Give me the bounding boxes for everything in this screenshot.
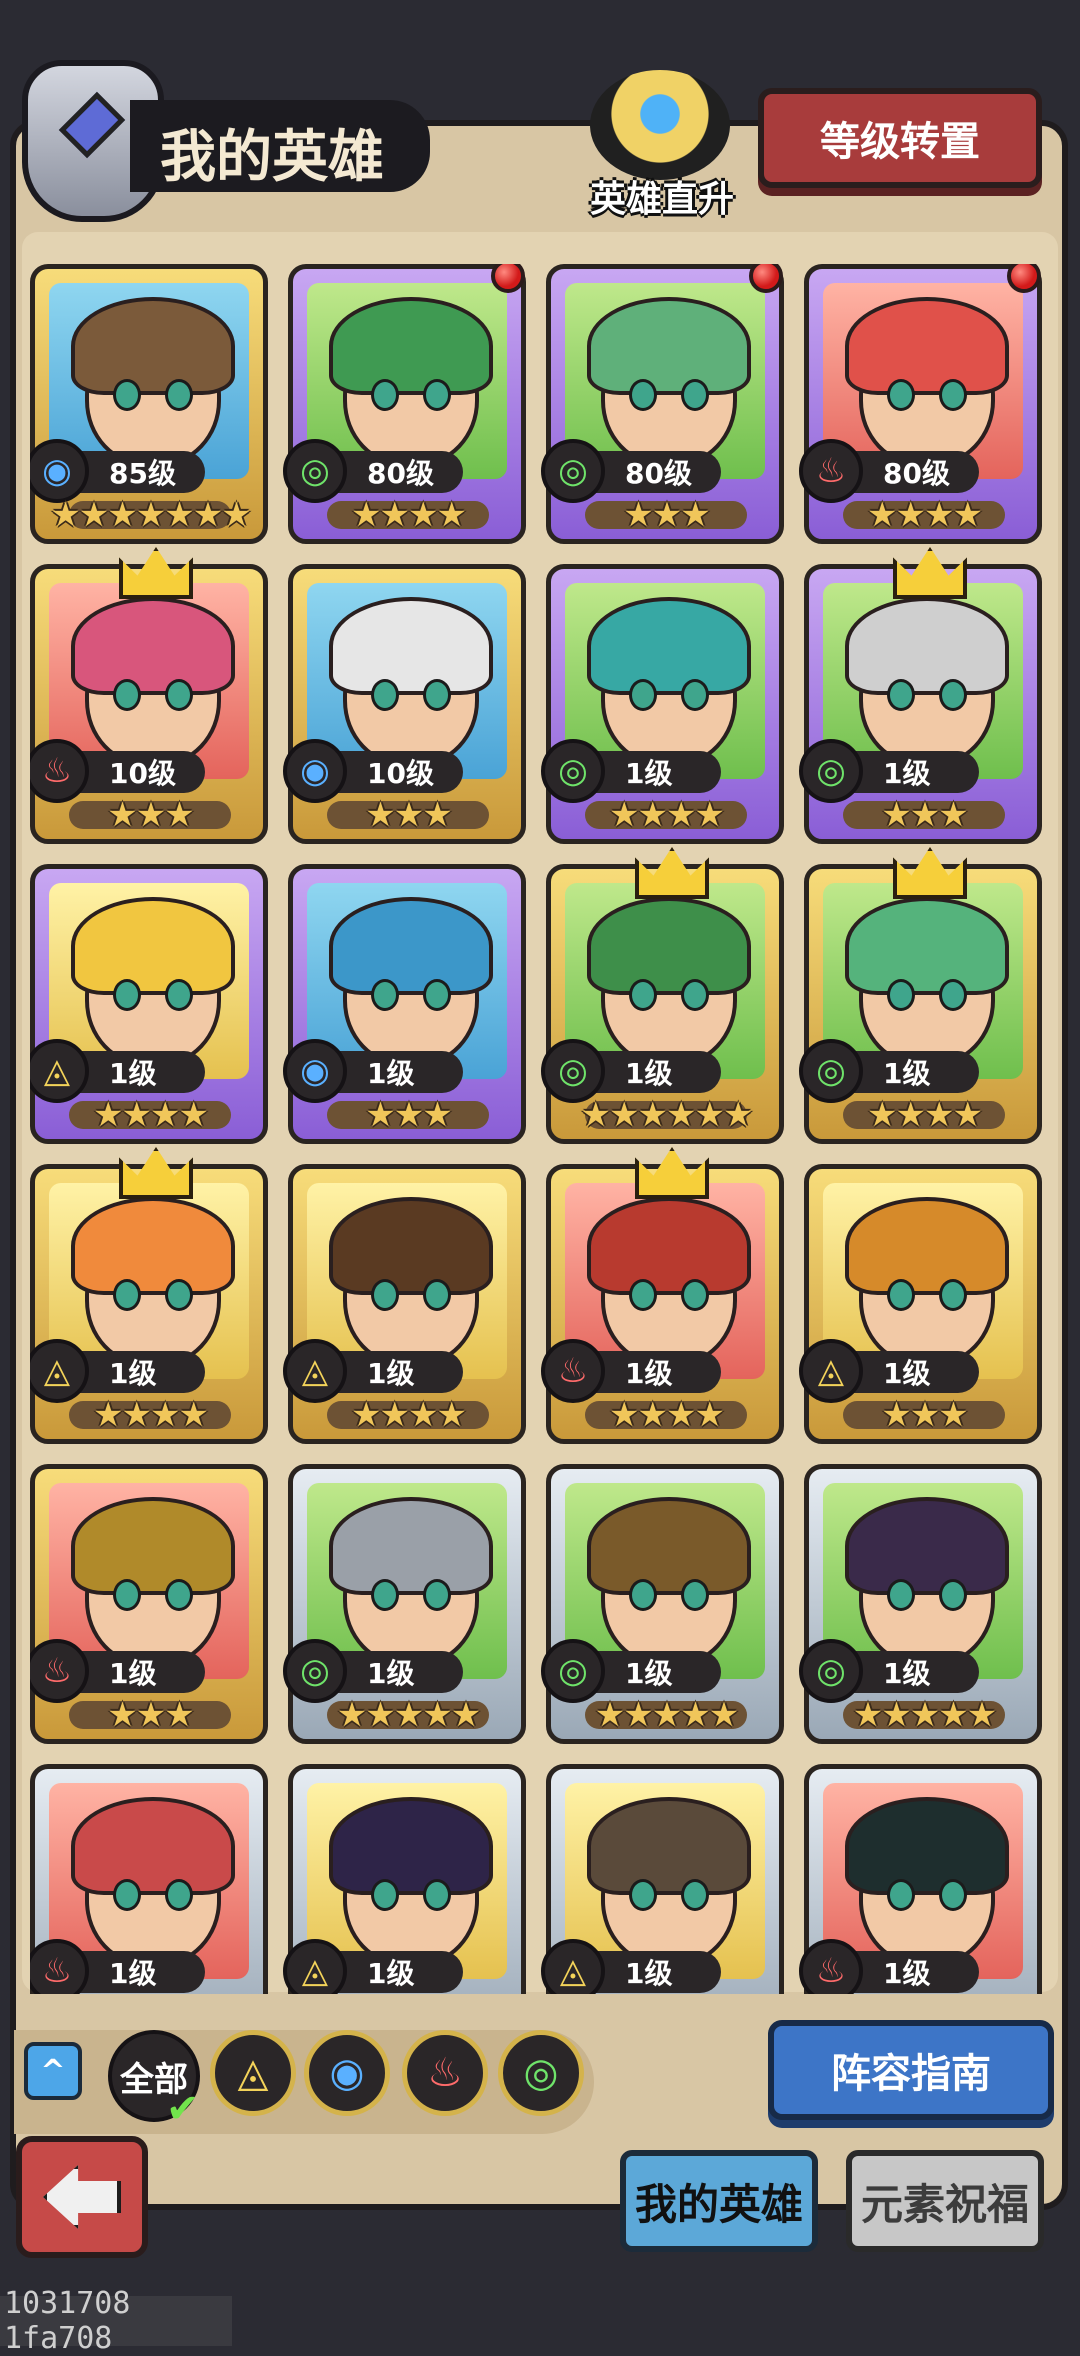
hero-card[interactable]: 80级 ◎ ★★★★ bbox=[283, 264, 526, 544]
hero-stars: ★★★★★★★ bbox=[50, 495, 251, 535]
hero-stars: ★★★★ bbox=[351, 1395, 467, 1435]
hero-card[interactable]: 80级 ◎ ★★★ bbox=[541, 264, 784, 544]
hero-card[interactable]: 1级 ♨ bbox=[30, 1764, 268, 1994]
check-icon: ✔ bbox=[166, 2086, 200, 2132]
hero-card[interactable]: 1级 ◬ ★★★★ bbox=[30, 1147, 268, 1444]
hero-direct-upgrade-icon[interactable] bbox=[590, 70, 730, 180]
tab-element-blessing[interactable]: 元素祝福 bbox=[846, 2150, 1044, 2252]
hero-card[interactable]: 10级 ◉ ★★★ bbox=[283, 564, 526, 844]
hero-card[interactable]: 1级 ◎ ★★★★★ bbox=[799, 1464, 1042, 1744]
hero-card[interactable]: 1级 ◎ ★★★★ bbox=[799, 847, 1042, 1144]
crown-icon bbox=[635, 1147, 709, 1199]
back-arrow-icon bbox=[43, 2165, 121, 2229]
earth-element-icon: ◬ bbox=[541, 1939, 605, 1994]
crown-icon bbox=[893, 847, 967, 899]
level-reset-button[interactable]: 等级转置 bbox=[758, 88, 1042, 188]
hero-stars: ★★★★ bbox=[867, 495, 983, 535]
hero-card[interactable]: 1级 ♨ ★★★ bbox=[30, 1464, 268, 1744]
earth-element-icon: ◬ bbox=[283, 1939, 347, 1994]
hero-card[interactable]: 1级 ♨ bbox=[799, 1764, 1042, 1994]
filter-fire-icon[interactable]: ♨ bbox=[402, 2030, 488, 2116]
hero-grid: 85级 ◉ ★★★★★★★ 80级 ◎ ★★★★ 80级 ◎ ★★★ 80级 ♨ ★★★★ 10级 ♨ ★★… bbox=[30, 264, 1050, 1994]
hero-card[interactable]: 1级 ◎ ★★★ bbox=[799, 547, 1042, 844]
hero-card[interactable]: 10级 ♨ ★★★ bbox=[30, 547, 268, 844]
hero-stars: ★★★★ bbox=[351, 495, 467, 535]
hero-card[interactable]: 1级 ◬ bbox=[541, 1764, 784, 1994]
hero-stars: ★★★★★ bbox=[852, 1695, 997, 1735]
filter-earth-icon[interactable]: ◬ bbox=[210, 2030, 296, 2116]
hero-stars: ★★★ bbox=[881, 795, 968, 835]
hero-card[interactable]: 1级 ◉ ★★★ bbox=[283, 864, 526, 1144]
hero-stars: ★★★ bbox=[107, 795, 194, 835]
hero-card[interactable]: 1级 ◎ ★★★★★★ bbox=[541, 847, 784, 1144]
hero-stars: ★★★ bbox=[881, 1395, 968, 1435]
watermark-text: 1031708 1fa708 bbox=[0, 2286, 232, 2356]
hero-card[interactable]: 1级 ◬ ★★★★ bbox=[30, 864, 268, 1144]
hero-direct-upgrade-label[interactable]: 英雄直升 bbox=[572, 170, 752, 222]
notification-dot bbox=[749, 264, 783, 293]
filter-wind-icon[interactable]: ◎ bbox=[498, 2030, 584, 2116]
hero-card[interactable]: 1级 ◎ ★★★★★ bbox=[283, 1464, 526, 1744]
hero-card[interactable]: 1级 ◎ ★★★★ bbox=[541, 564, 784, 844]
fire-element-icon: ♨ bbox=[799, 1939, 863, 1994]
hero-stars: ★★★★★★ bbox=[580, 1095, 754, 1135]
hero-stars: ★★★★ bbox=[867, 1095, 983, 1135]
crown-icon bbox=[893, 547, 967, 599]
hero-stars: ★★★ bbox=[365, 795, 452, 835]
tab-my-heroes[interactable]: 我的英雄 bbox=[620, 2150, 818, 2252]
hero-card[interactable]: 1级 ◬ ★★★ bbox=[799, 1164, 1042, 1444]
collapse-filter-button[interactable]: ^ bbox=[24, 2042, 82, 2100]
hero-stars: ★★★★ bbox=[93, 1395, 209, 1435]
hero-stars: ★★★★ bbox=[609, 1395, 725, 1435]
lineup-guide-button[interactable]: 阵容指南 bbox=[768, 2020, 1054, 2120]
hero-card[interactable]: 85级 ◉ ★★★★★★★ bbox=[30, 264, 268, 544]
hero-stars: ★★★★ bbox=[609, 795, 725, 835]
notification-dot bbox=[1007, 264, 1041, 293]
hero-stars: ★★★★ bbox=[93, 1095, 209, 1135]
back-button[interactable] bbox=[16, 2136, 148, 2258]
hero-card[interactable]: 80级 ♨ ★★★★ bbox=[799, 264, 1042, 544]
filter-water-icon[interactable]: ◉ bbox=[304, 2030, 390, 2116]
hero-stars: ★★★ bbox=[365, 1095, 452, 1135]
hero-stars: ★★★ bbox=[623, 495, 710, 535]
hero-card[interactable]: 1级 ◬ ★★★★ bbox=[283, 1164, 526, 1444]
hero-card[interactable]: 1级 ♨ ★★★★ bbox=[541, 1147, 784, 1444]
hero-stars: ★★★ bbox=[107, 1695, 194, 1735]
notification-dot bbox=[491, 264, 525, 293]
hero-card[interactable]: 1级 ◎ ★★★★★ bbox=[541, 1464, 784, 1744]
page-title: 我的英雄 bbox=[160, 125, 384, 190]
hero-card[interactable]: 1级 ◬ bbox=[283, 1764, 526, 1994]
hero-stars: ★★★★★ bbox=[336, 1695, 481, 1735]
crown-icon bbox=[635, 847, 709, 899]
crown-icon bbox=[119, 1147, 193, 1199]
hero-stars: ★★★★★ bbox=[594, 1695, 739, 1735]
crown-icon bbox=[119, 547, 193, 599]
